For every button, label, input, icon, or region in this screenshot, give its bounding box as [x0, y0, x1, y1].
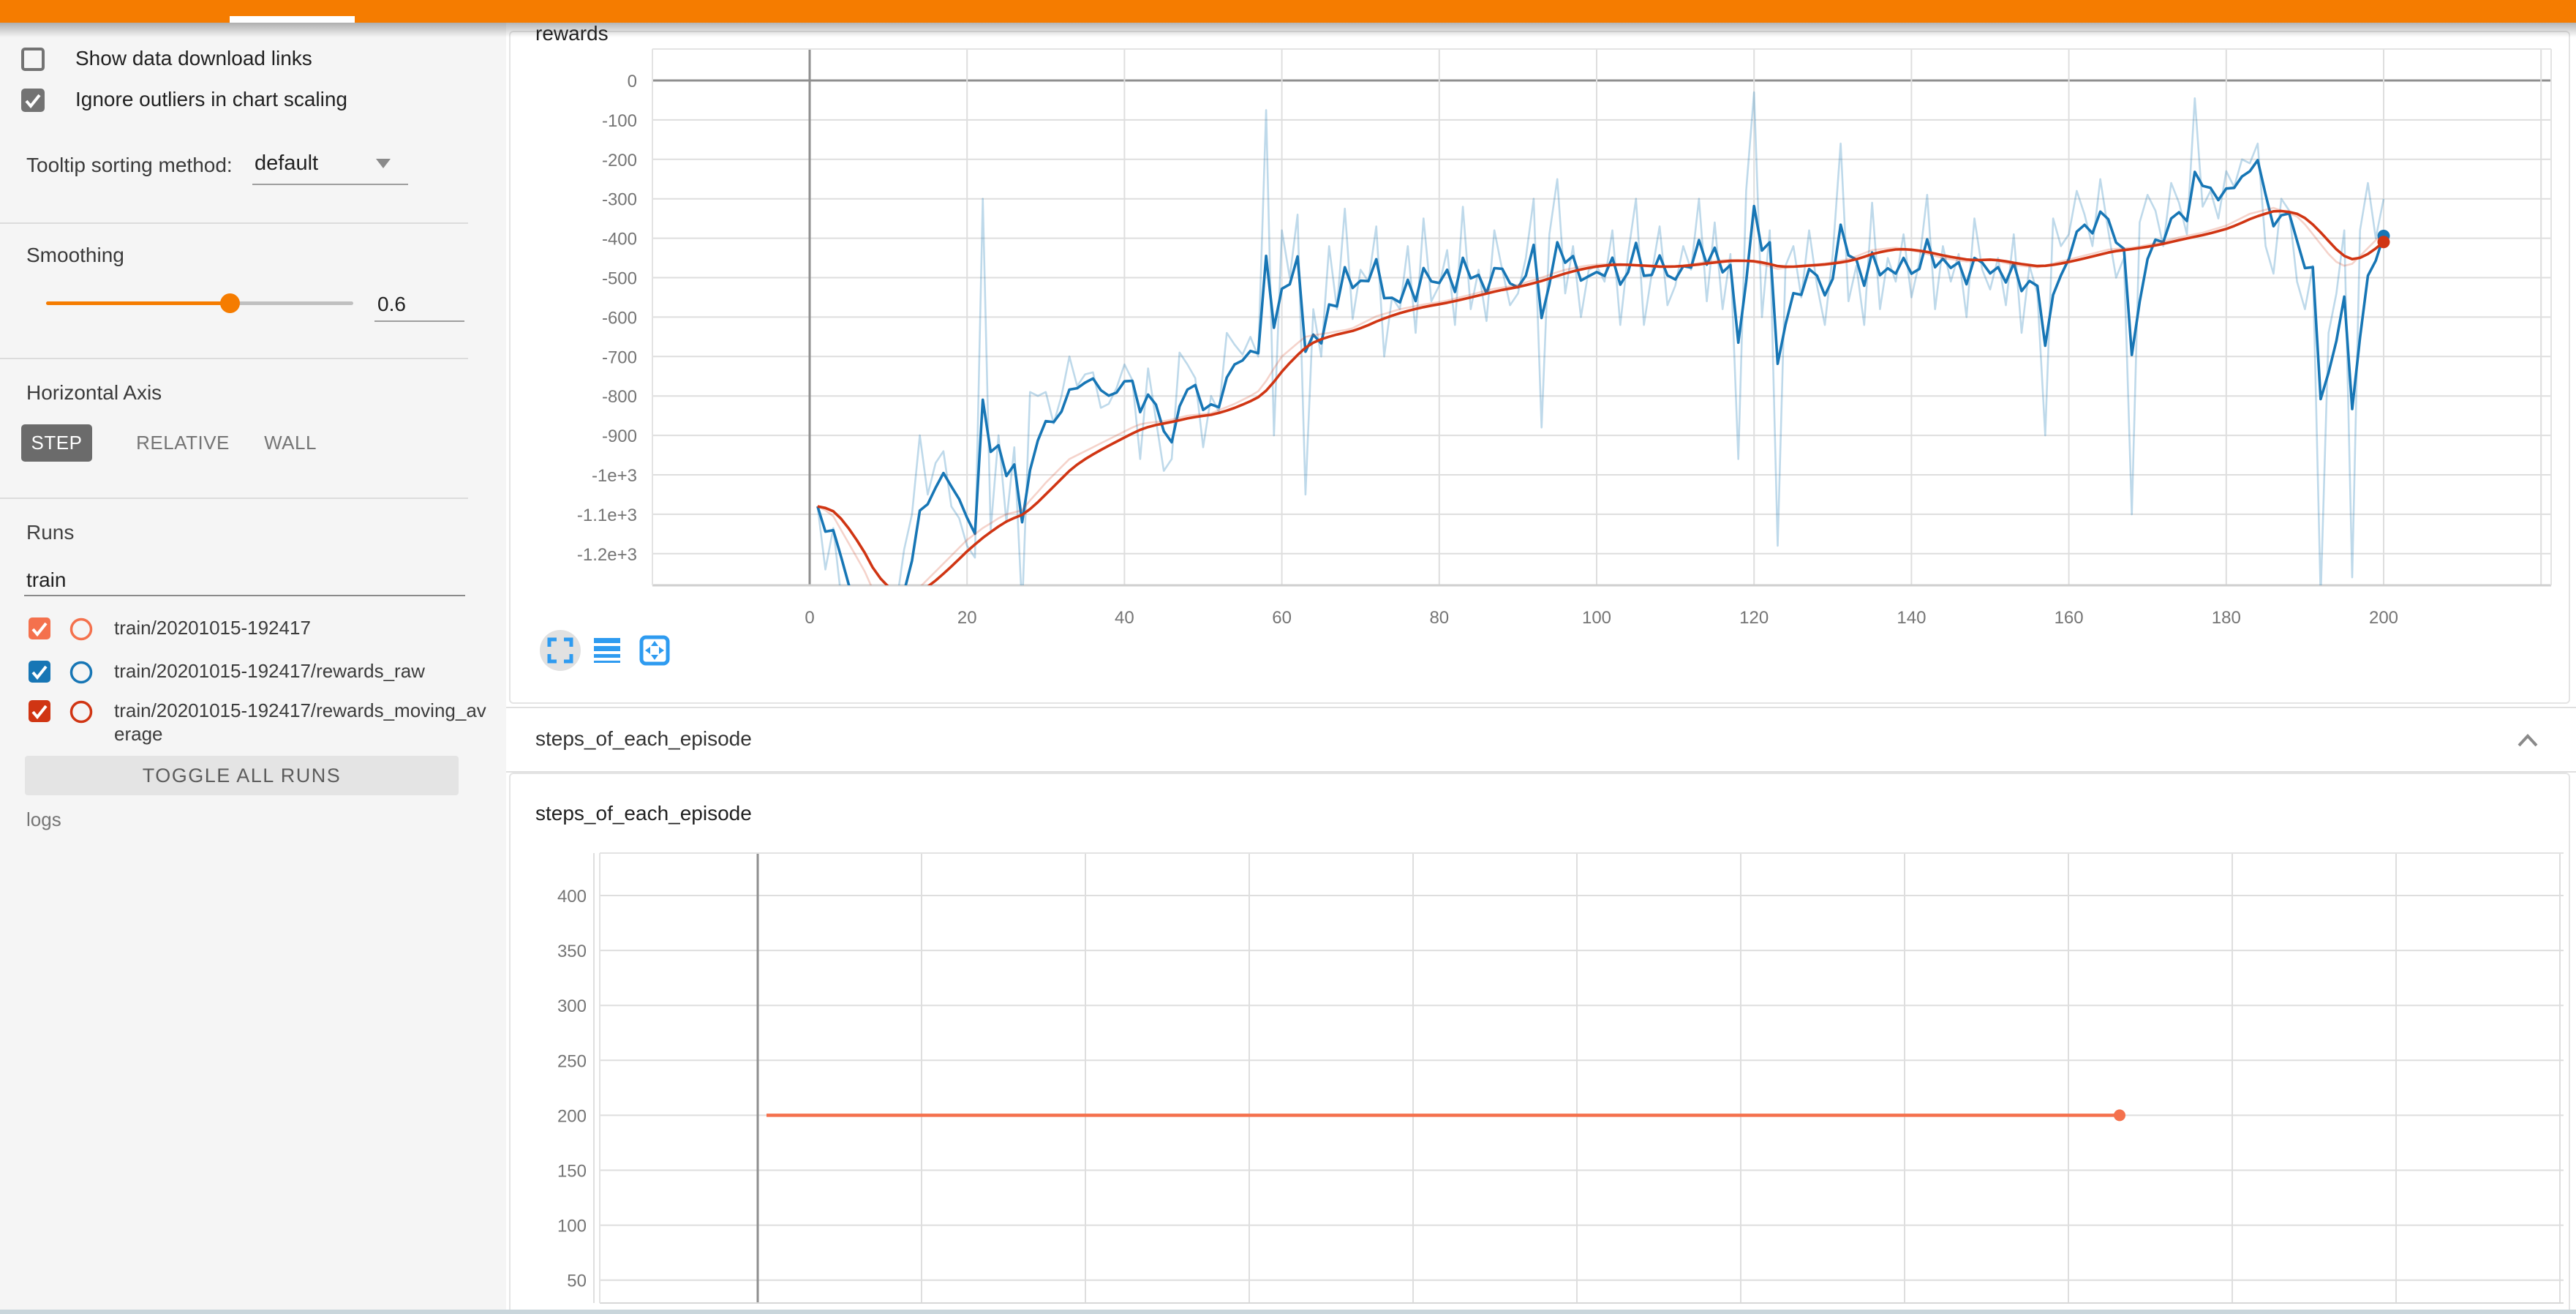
svg-text:0: 0	[628, 72, 637, 91]
rewards-chart[interactable]: 0 -100 -200 -300 -400 -500 -600 -700 -800 -900 -1e…	[509, 29, 2572, 706]
svg-text:180: 180	[2212, 608, 2241, 628]
tooltip-sorting-value: default	[255, 151, 318, 175]
section-header[interactable]: steps_of_each_episode	[506, 707, 2576, 773]
svg-text:200: 200	[2369, 608, 2398, 628]
run-checkbox[interactable]	[28, 699, 51, 723]
svg-text:350: 350	[557, 942, 587, 961]
runs-label: Runs	[26, 521, 74, 544]
svg-text:140: 140	[1897, 608, 1926, 628]
svg-text:-200: -200	[602, 151, 637, 170]
logdir-label: logs	[26, 808, 61, 831]
divider	[0, 358, 468, 359]
smoothing-slider-fill	[46, 301, 230, 305]
axis-relative-button[interactable]: RELATIVE	[139, 424, 227, 462]
svg-text:-1.1e+3: -1.1e+3	[577, 506, 637, 525]
smoothing-value[interactable]: 0.6	[377, 293, 406, 316]
svg-text:0: 0	[805, 608, 814, 628]
horizontal-axis-label: Horizontal Axis	[26, 381, 162, 405]
divider	[0, 222, 468, 224]
svg-text:100: 100	[1582, 608, 1611, 628]
check-icon	[21, 89, 45, 112]
fit-domain-icon[interactable]	[639, 635, 670, 666]
svg-text:-1e+3: -1e+3	[592, 466, 637, 486]
svg-text:-500: -500	[602, 269, 637, 289]
app-bar-shadow	[0, 23, 2576, 37]
dropdown-underline	[252, 184, 408, 185]
run-isolate-circle[interactable]	[69, 699, 94, 724]
run-row[interactable]: train/20201015-192417	[28, 617, 491, 642]
run-label: train/20201015-192417/rewards_moving_ave…	[114, 699, 491, 746]
svg-text:300: 300	[557, 996, 587, 1016]
run-row[interactable]: train/20201015-192417/rewards_raw	[28, 660, 491, 685]
run-checkbox[interactable]	[28, 660, 51, 683]
svg-text:250: 250	[557, 1051, 587, 1071]
bottom-scrollbar-track[interactable]	[0, 1310, 2576, 1314]
run-row[interactable]: train/20201015-192417/rewards_moving_ave…	[28, 699, 491, 746]
runs-filter-input[interactable]: train	[26, 568, 66, 592]
svg-text:150: 150	[557, 1162, 587, 1182]
svg-text:-600: -600	[602, 308, 637, 328]
svg-text:200: 200	[557, 1106, 587, 1126]
svg-text:40: 40	[1115, 608, 1134, 628]
run-label: train/20201015-192417/rewards_raw	[114, 659, 491, 683]
run-isolate-circle[interactable]	[69, 617, 94, 642]
svg-text:80: 80	[1429, 608, 1449, 628]
show-data-download-links-label: Show data download links	[75, 47, 312, 70]
svg-text:100: 100	[557, 1217, 587, 1236]
svg-text:-700: -700	[602, 348, 637, 367]
chevron-down-icon	[376, 159, 391, 168]
settings-sidebar: Show data download links Ignore outliers…	[0, 23, 506, 1314]
divider	[0, 498, 468, 499]
runs-filter-underline	[24, 595, 465, 596]
steps-chart[interactable]: 400 350 300 250 200 150 100 50	[509, 773, 2576, 1314]
section-title: steps_of_each_episode	[535, 727, 752, 751]
smoothing-value-underline	[374, 320, 464, 322]
smoothing-label: Smoothing	[26, 244, 124, 267]
svg-text:-300: -300	[602, 190, 637, 210]
expand-chart-icon[interactable]	[539, 629, 581, 672]
tooltip-sorting-label: Tooltip sorting method:	[26, 154, 233, 177]
steps-chart-title: steps_of_each_episode	[535, 802, 752, 825]
show-data-download-links-checkbox[interactable]	[21, 48, 45, 71]
svg-text:160: 160	[2055, 608, 2084, 628]
svg-text:20: 20	[957, 608, 977, 628]
axis-step-button[interactable]: STEP	[21, 424, 92, 462]
smoothing-slider-knob[interactable]	[220, 293, 240, 313]
svg-text:-100: -100	[602, 111, 637, 131]
svg-text:400: 400	[557, 887, 587, 906]
svg-text:50: 50	[567, 1272, 587, 1291]
svg-text:-400: -400	[602, 230, 637, 249]
run-label: train/20201015-192417	[114, 616, 491, 639]
tooltip-sorting-dropdown[interactable]: default	[255, 151, 408, 176]
svg-text:-900: -900	[602, 427, 637, 446]
ignore-outliers-checkbox[interactable]	[21, 89, 45, 112]
top-app-bar	[0, 0, 2576, 23]
active-tab-indicator	[230, 16, 355, 23]
tensorboard-app: Show data download links Ignore outliers…	[0, 0, 2576, 1314]
toggle-all-runs-button[interactable]: TOGGLE ALL RUNS	[25, 756, 459, 795]
run-isolate-circle[interactable]	[69, 660, 94, 685]
svg-text:-1.2e+3: -1.2e+3	[577, 545, 637, 565]
svg-text:-800: -800	[602, 387, 637, 407]
svg-text:120: 120	[1739, 608, 1769, 628]
run-checkbox[interactable]	[28, 617, 51, 640]
svg-text:60: 60	[1272, 608, 1292, 628]
ignore-outliers-label: Ignore outliers in chart scaling	[75, 88, 347, 111]
axis-wall-button[interactable]: WALL	[254, 424, 327, 462]
chevron-up-icon[interactable]	[2513, 730, 2542, 752]
log-scale-icon[interactable]	[594, 637, 622, 665]
